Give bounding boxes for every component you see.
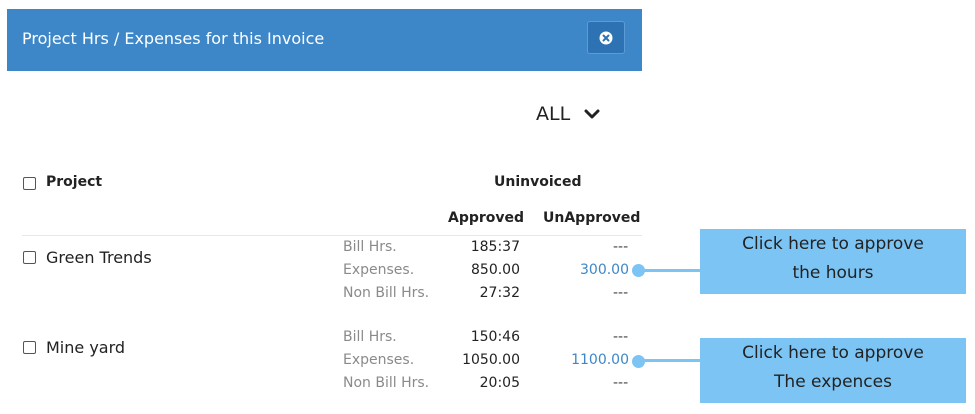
row-label: Non Bill Hrs. [343, 375, 430, 391]
row-label: Bill Hrs. [343, 239, 397, 255]
uninvoiced-group-header: Uninvoiced [494, 174, 582, 190]
project-name: Mine yard [46, 338, 126, 357]
approve-expenses-callout: Click here to approve The expences [700, 338, 966, 403]
approve-expenses-link[interactable]: 300.00 [539, 262, 629, 278]
filter-selected-value: ALL [536, 103, 571, 125]
project-checkbox-mine-yard[interactable] [23, 341, 36, 354]
callout-pointer-line [640, 269, 701, 272]
unapproved-value: --- [613, 239, 629, 255]
approved-value: 1050.00 [462, 352, 520, 368]
approved-value: 150:46 [470, 329, 520, 345]
approve-hours-callout: Click here to approve the hours [700, 229, 966, 294]
approved-value: 850.00 [471, 262, 520, 278]
approved-value: 27:32 [479, 285, 520, 301]
approve-expenses-link[interactable]: 1100.00 [539, 352, 629, 368]
callout-pointer-line [640, 359, 701, 362]
callout-text-line2: The expences [774, 372, 892, 392]
project-name: Green Trends [46, 248, 152, 267]
unapproved-value: --- [613, 375, 629, 391]
dialog-header: Project Hrs / Expenses for this Invoice [7, 9, 642, 71]
close-icon [599, 31, 613, 44]
row-label: Non Bill Hrs. [343, 285, 430, 301]
row-label: Expenses. [343, 262, 415, 278]
callout-text-line2: the hours [792, 263, 874, 283]
table-divider [22, 235, 642, 236]
unapproved-value: --- [613, 285, 629, 301]
close-button[interactable] [587, 21, 625, 54]
row-label: Bill Hrs. [343, 329, 397, 345]
callout-text-line1: Click here to approve [742, 343, 924, 363]
project-column-header: Project [46, 174, 103, 190]
select-all-checkbox[interactable] [23, 177, 36, 190]
row-label: Expenses. [343, 352, 415, 368]
unapproved-column-header: UnApproved [543, 210, 641, 226]
unapproved-value: --- [613, 329, 629, 345]
approved-value: 185:37 [470, 239, 520, 255]
dialog-title: Project Hrs / Expenses for this Invoice [22, 29, 325, 48]
approved-column-header: Approved [448, 210, 525, 226]
approved-value: 20:05 [479, 375, 520, 391]
filter-dropdown[interactable]: ALL [536, 101, 600, 127]
project-checkbox-green-trends[interactable] [23, 251, 36, 264]
callout-text-line1: Click here to approve [742, 234, 924, 254]
chevron-down-icon [584, 109, 600, 119]
